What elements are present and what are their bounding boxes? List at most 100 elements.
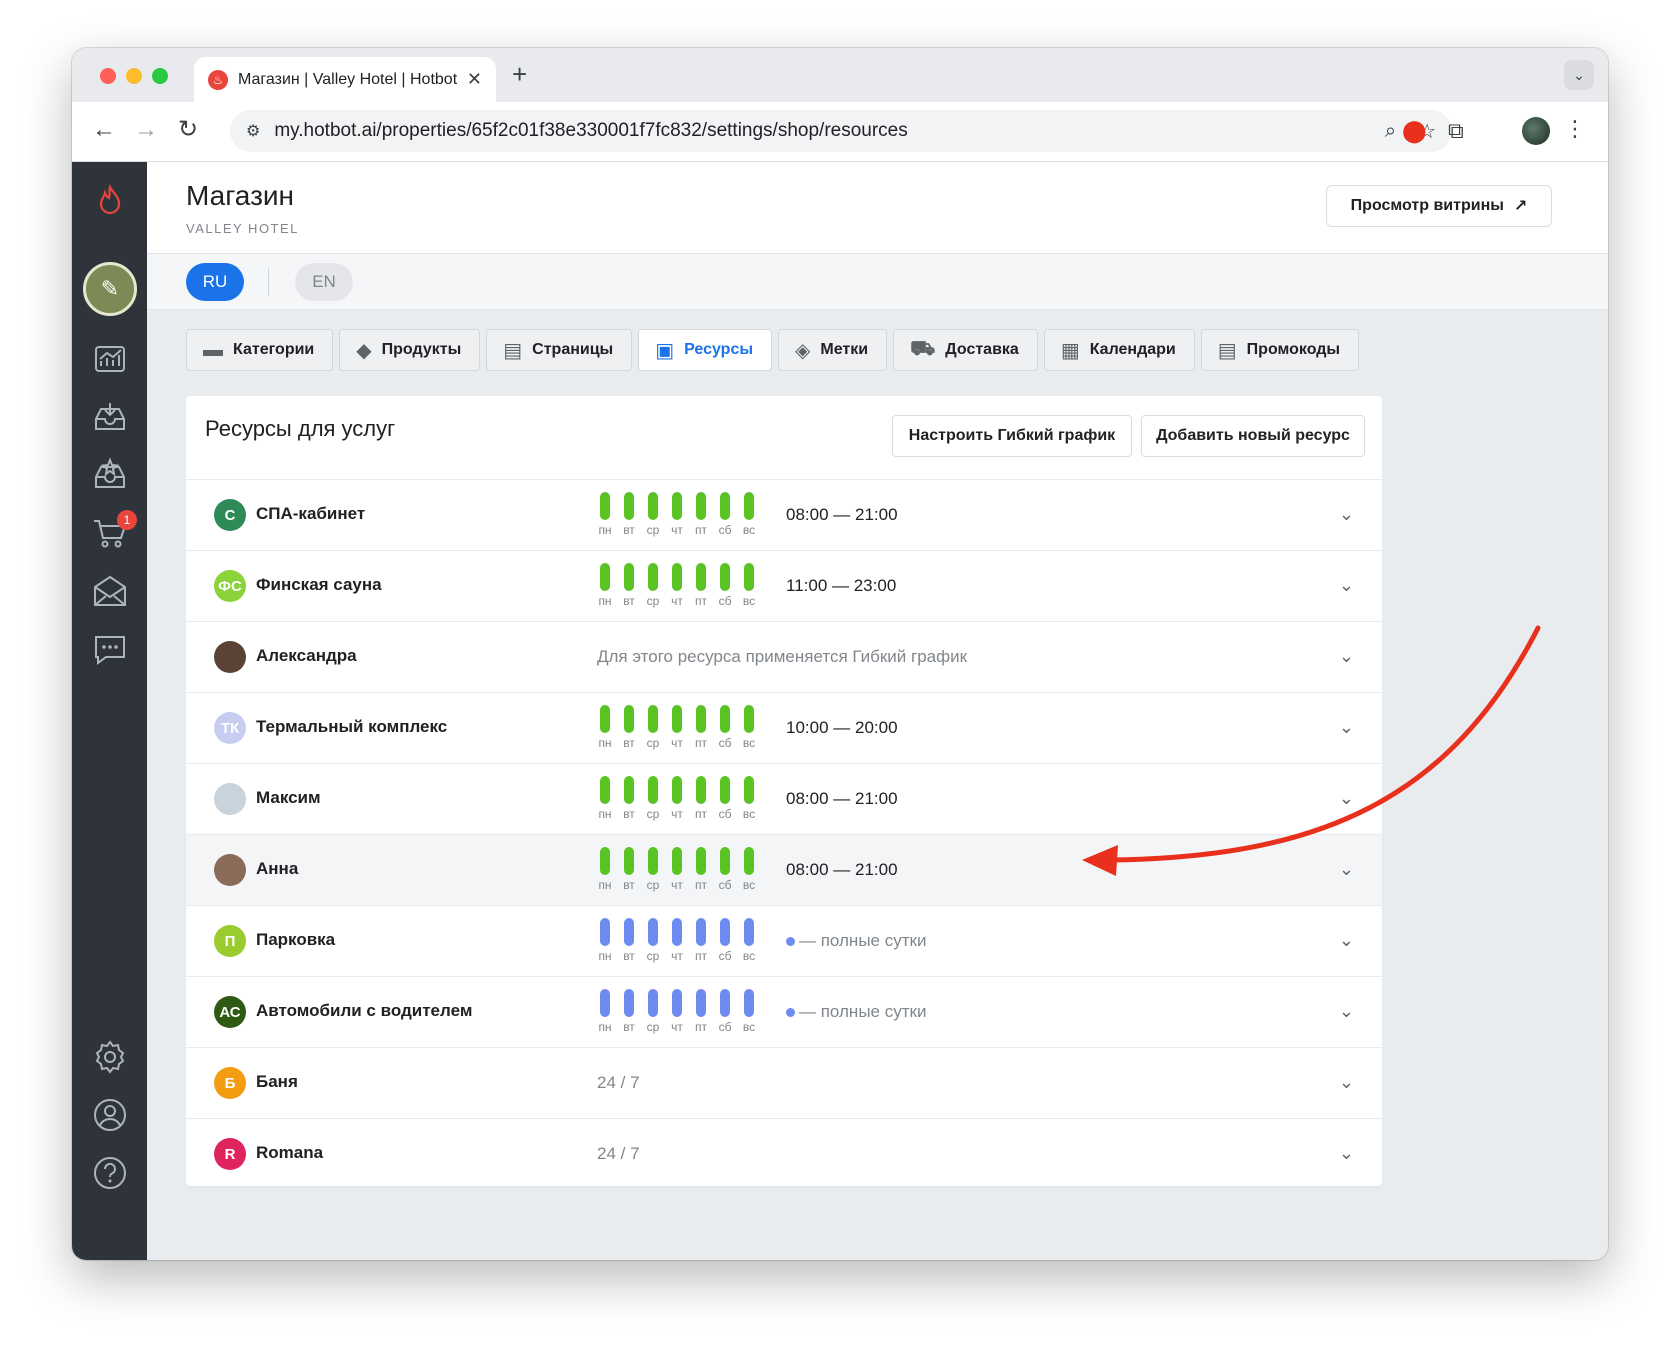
chevron-down-icon[interactable]: ⌄: [1339, 1072, 1354, 1093]
cart-icon[interactable]: 1: [89, 510, 137, 554]
schedule-day: пн: [596, 989, 614, 1034]
resource-name: Финская сауна: [256, 575, 382, 594]
day-availability-bar: [696, 563, 706, 591]
resource-row[interactable]: Максим пн вт ср чт пт сб вс 08:00 — 21:00 ⌄: [186, 763, 1382, 834]
tab-delivery[interactable]: ⛟ Доставка: [893, 329, 1038, 371]
day-availability-bar: [744, 776, 754, 804]
tab-calendars[interactable]: ▦ Календари: [1043, 329, 1195, 371]
day-availability-bar: [720, 705, 730, 733]
resource-row[interactable]: С СПА-кабинет пн вт ср чт пт сб вс 08:00 — 21:00 ⌄: [186, 479, 1382, 550]
day-label: вс: [742, 594, 756, 608]
schedule-day: ср: [644, 563, 662, 608]
tab-promocodes[interactable]: ▤ Промокоды: [1200, 329, 1360, 371]
tab-categories[interactable]: ▬ Категории: [186, 329, 334, 371]
resource-row[interactable]: R Romana 24 / 7 ⌄: [186, 1118, 1382, 1189]
minimize-window-button[interactable]: [126, 68, 142, 84]
chevron-down-icon[interactable]: ⌄: [1339, 1143, 1354, 1164]
resource-row[interactable]: Анна пн вт ср чт пт сб вс 08:00 — 21:00 ⌄: [186, 834, 1382, 905]
help-icon[interactable]: [89, 1152, 131, 1194]
weekly-schedule: пн вт ср чт пт сб вс: [596, 492, 758, 537]
chart-icon[interactable]: [89, 338, 131, 380]
tab-products[interactable]: ◆ Продукты: [339, 329, 481, 371]
chevron-down-icon[interactable]: ⌄: [1339, 1001, 1354, 1022]
tab-pages[interactable]: ▤ Страницы: [486, 329, 633, 371]
maximize-window-button[interactable]: [152, 68, 168, 84]
day-availability-bar: [600, 705, 610, 733]
tab-labels[interactable]: ◈ Метки: [778, 329, 888, 371]
resource-avatar: АС: [214, 996, 246, 1028]
day-availability-bar: [672, 847, 682, 875]
day-label: сб: [718, 594, 732, 608]
schedule-day: вс: [740, 705, 758, 750]
chevron-down-icon[interactable]: ⌄: [1339, 788, 1354, 809]
reload-icon[interactable]: ↻: [178, 118, 198, 142]
url-text[interactable]: my.hotbot.ai/properties/65f2c01f38e33000…: [274, 120, 1363, 142]
settings-icon[interactable]: [89, 1036, 131, 1078]
resource-row[interactable]: Александра Для этого ресурса применяется …: [186, 621, 1382, 692]
schedule-day: пт: [692, 705, 710, 750]
day-label: пн: [598, 594, 612, 608]
day-availability-bar: [720, 563, 730, 591]
schedule-day: сб: [716, 563, 734, 608]
lang-ru-button[interactable]: RU: [186, 263, 244, 301]
site-settings-icon[interactable]: ⚙: [246, 121, 260, 141]
day-label: пт: [695, 736, 707, 750]
working-hours: 08:00 — 21:00: [786, 505, 898, 524]
chevron-down-icon[interactable]: ⌄: [1339, 575, 1354, 596]
tab-resources[interactable]: ▣ Ресурсы: [638, 329, 773, 371]
close-tab-icon[interactable]: ✕: [467, 69, 482, 90]
chevron-down-icon[interactable]: ⌄: [1339, 717, 1354, 738]
chat-icon[interactable]: [89, 628, 131, 670]
browser-tab[interactable]: ♨ Магазин | Valley Hotel | Hotbot ✕: [194, 57, 496, 102]
day-availability-bar: [600, 989, 610, 1017]
chevron-down-icon[interactable]: ⌄: [1339, 859, 1354, 880]
mail-icon[interactable]: [89, 570, 131, 612]
day-availability-bar: [720, 776, 730, 804]
profile-avatar[interactable]: [1522, 117, 1550, 145]
full-day-indicator: — полные сутки: [786, 1002, 926, 1022]
resource-list: С СПА-кабинет пн вт ср чт пт сб вс 08:00 — 21:00 ⌄…: [186, 479, 1382, 1189]
flame-logo-icon[interactable]: [89, 180, 131, 222]
new-tab-button[interactable]: +: [512, 59, 527, 90]
view-storefront-button[interactable]: Просмотр витрины ↗: [1326, 185, 1552, 227]
sidebar: ✎ 1: [72, 162, 147, 1260]
day-label: пт: [695, 594, 707, 608]
day-label: вс: [742, 523, 756, 537]
resource-name: Баня: [256, 1072, 298, 1091]
resource-avatar: П: [214, 925, 246, 957]
account-icon[interactable]: [89, 1094, 131, 1136]
day-label: вт: [623, 736, 635, 750]
resource-row[interactable]: АС Автомобили с водителем пн вт ср чт пт сб вс — …: [186, 976, 1382, 1047]
chevron-down-icon[interactable]: ⌄: [1339, 930, 1354, 951]
browser-window: ♨ Магазин | Valley Hotel | Hotbot ✕ + ⌄ …: [72, 48, 1608, 1260]
extensions-puzzle-icon[interactable]: ⧉: [1448, 118, 1464, 144]
browser-menu-icon[interactable]: ⋮: [1564, 116, 1586, 142]
property-avatar[interactable]: ✎: [83, 262, 137, 316]
inbox-star-icon[interactable]: [89, 454, 131, 496]
flex-schedule-button[interactable]: Настроить Гибкий график: [892, 415, 1132, 457]
zoom-icon[interactable]: ⌕: [1385, 120, 1396, 143]
resource-row[interactable]: П Парковка пн вт ср чт пт сб вс — полные сутки ⌄: [186, 905, 1382, 976]
chevron-down-icon[interactable]: ⌄: [1339, 504, 1354, 525]
back-arrow-icon[interactable]: ←: [92, 118, 116, 142]
opera-extension-icon[interactable]: ⬤: [1402, 118, 1427, 144]
inbox-download-icon[interactable]: [89, 396, 131, 438]
resource-name: Термальный комплекс: [256, 717, 448, 736]
legend-dot: [786, 936, 795, 946]
resource-row[interactable]: Б Баня 24 / 7 ⌄: [186, 1047, 1382, 1118]
forward-arrow-icon[interactable]: →: [134, 118, 158, 142]
tab-search-button[interactable]: ⌄: [1564, 60, 1594, 90]
add-resource-button[interactable]: Добавить новый ресурс: [1141, 415, 1365, 457]
lang-en-button[interactable]: EN: [295, 263, 353, 301]
chevron-down-icon[interactable]: ⌄: [1339, 646, 1354, 667]
schedule-day: пн: [596, 776, 614, 821]
resource-row[interactable]: ТК Термальный комплекс пн вт ср чт пт сб вс 10:00…: [186, 692, 1382, 763]
schedule-day: вт: [620, 705, 638, 750]
day-availability-bar: [720, 847, 730, 875]
resource-row[interactable]: ФС Финская сауна пн вт ср чт пт сб вс 11:00 — 23:…: [186, 550, 1382, 621]
day-label: чт: [671, 807, 683, 821]
schedule-day: вт: [620, 776, 638, 821]
close-window-button[interactable]: [100, 68, 116, 84]
address-bar[interactable]: ⚙ my.hotbot.ai/properties/65f2c01f38e330…: [230, 110, 1452, 152]
day-label: пт: [695, 878, 707, 892]
